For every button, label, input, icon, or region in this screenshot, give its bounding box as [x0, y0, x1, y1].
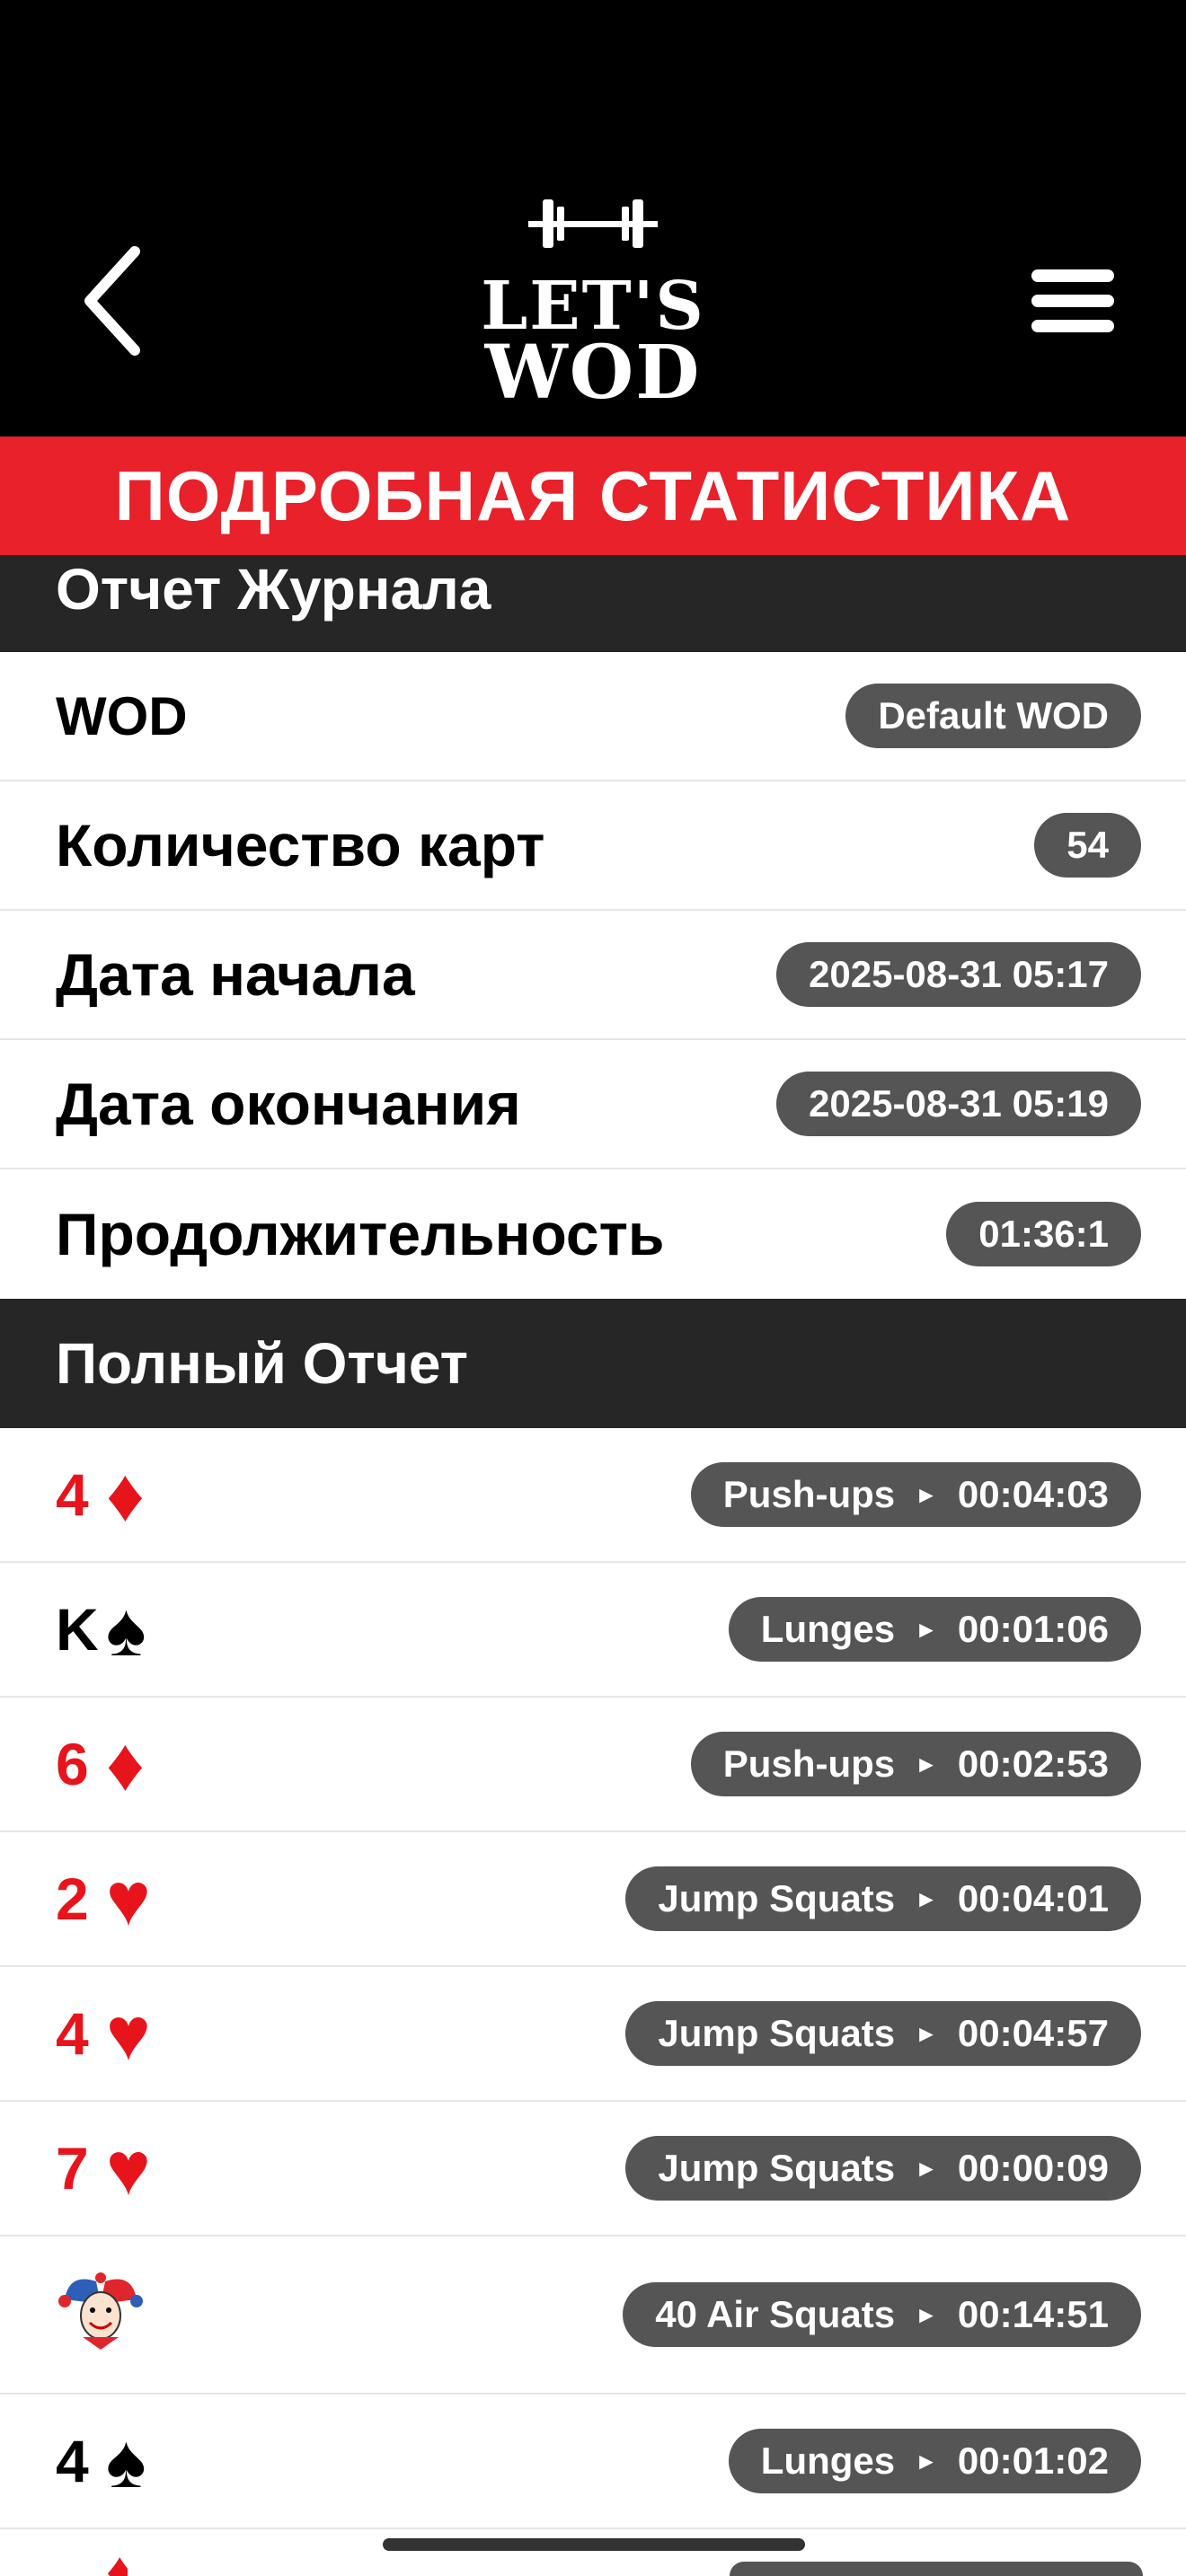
exercise-time-pill: Lunges ► 00:01:06 — [728, 1597, 1141, 1662]
full-report-section-header: Полный Отчет — [0, 1299, 1186, 1428]
report-row: 6 ♦ Push-ups ► 00:02:53 — [0, 1698, 1186, 1832]
row-label: Количество карт — [56, 812, 545, 878]
diamond-suit-icon: ♦ — [106, 1451, 145, 1537]
home-indicator[interactable] — [383, 2538, 805, 2551]
logo-text-line2: WOD — [484, 330, 702, 416]
playing-card: 6 ♦ — [56, 1698, 145, 1831]
journal-section-header: Отчет Журнала — [0, 555, 1186, 652]
play-arrow-icon: ► — [915, 1751, 938, 1778]
exercise-time-pill: Jump Squats ► 00:00:09 — [625, 2136, 1141, 2201]
exercise-time: 00:04:03 — [957, 1473, 1109, 1515]
chevron-left-icon — [84, 246, 140, 356]
report-row: 40 Air Squats ► 00:14:51 — [0, 2236, 1186, 2395]
exercise-name: Jump Squats — [658, 2147, 896, 2189]
joker-icon — [58, 2272, 143, 2350]
card-rank: 2 — [56, 1866, 89, 1932]
playing-card: 4 ♦ — [56, 1428, 145, 1561]
page-title-banner: ПОДРОБНАЯ СТАТИСТИКА — [0, 437, 1186, 555]
playing-card: 4 ♥ — [56, 1967, 151, 2100]
row-value-pill: 2025-08-31 05:19 — [776, 1072, 1141, 1136]
playing-card: 4 ♠ — [56, 2395, 146, 2527]
row-label: Продолжительность — [56, 1201, 665, 1267]
exercise-time-pill: Jump Squats ► 00:04:57 — [625, 2001, 1141, 2066]
play-arrow-icon: ► — [915, 1885, 938, 1912]
play-arrow-icon: ► — [915, 2448, 938, 2475]
diamond-suit-icon: ♦ — [106, 1721, 145, 1806]
exercise-name: Push-ups — [722, 1742, 896, 1785]
journal-row-wod: WOD Default WOD — [0, 652, 1186, 781]
exercise-time-pill: Push-ups ► 00:04:03 — [690, 1462, 1141, 1527]
play-arrow-icon: ► — [915, 2020, 938, 2047]
row-value-pill: 54 — [1034, 813, 1141, 878]
play-arrow-icon: ► — [915, 1616, 938, 1643]
exercise-name: Lunges — [760, 2439, 896, 2482]
heart-suit-icon: ♥ — [106, 1990, 151, 2076]
next-row-peek: ♦ — [56, 2549, 128, 2576]
exercise-name: Jump Squats — [658, 2012, 896, 2054]
report-row: 2 ♥ Jump Squats ► 00:04:01 — [0, 1832, 1186, 1967]
card-rank: 7 — [56, 2135, 89, 2201]
spade-suit-icon: ♠ — [106, 1586, 146, 1672]
row-label: Дата начала — [56, 941, 415, 1008]
report-row: 4 ♦ Push-ups ► 00:04:03 — [0, 1428, 1186, 1563]
report-row: 4 ♠ Lunges ► 00:01:02 — [0, 2395, 1186, 2529]
barbell-icon — [528, 199, 658, 248]
row-label: WOD — [56, 685, 188, 746]
exercise-time: 00:04:01 — [957, 1877, 1109, 1919]
exercise-time: 00:14:51 — [957, 2293, 1109, 2335]
row-value-pill: Default WOD — [845, 684, 1141, 748]
exercise-time-pill: 40 Air Squats ► 00:14:51 — [623, 2282, 1141, 2347]
card-rank: 4 — [56, 2000, 89, 2067]
journal-row-end-date: Дата окончания 2025-08-31 05:19 — [0, 1040, 1186, 1169]
exercise-name: Jump Squats — [658, 1877, 896, 1919]
playing-card: 7 ♥ — [56, 2102, 151, 2235]
row-value-pill: 2025-08-31 05:17 — [776, 942, 1141, 1007]
report-row: K ♠ Lunges ► 00:01:06 — [0, 1563, 1186, 1698]
report-row: 4 ♥ Jump Squats ► 00:04:57 — [0, 1967, 1186, 2102]
back-button[interactable] — [72, 243, 153, 359]
exercise-name: 40 Air Squats — [655, 2293, 896, 2335]
playing-card: K ♠ — [56, 1563, 146, 1696]
exercise-time: 00:02:53 — [957, 1742, 1109, 1785]
journal-row-start-date: Дата начала 2025-08-31 05:17 — [0, 911, 1186, 1040]
card-rank: 4 — [56, 2428, 89, 2494]
play-arrow-icon: ► — [915, 2301, 938, 2328]
exercise-time: 00:01:06 — [957, 1608, 1109, 1650]
heart-suit-icon: ♥ — [106, 2125, 151, 2210]
diamond-suit-icon: ♦ — [106, 2549, 128, 2576]
exercise-time: 00:00:09 — [957, 2147, 1109, 2189]
journal-row-duration: Продолжительность 01:36:1 — [0, 1169, 1186, 1299]
menu-button[interactable] — [1031, 268, 1118, 334]
row-value-pill: 01:36:1 — [946, 1202, 1141, 1266]
app-logo: LET'S WOD — [467, 187, 719, 411]
next-row-pill-peek — [730, 2562, 1143, 2576]
spade-suit-icon: ♠ — [106, 2418, 146, 2503]
play-arrow-icon: ► — [915, 2155, 938, 2182]
exercise-time-pill: Push-ups ► 00:02:53 — [690, 1732, 1141, 1796]
card-rank: 6 — [56, 1731, 89, 1797]
card-rank: K — [56, 1596, 99, 1663]
exercise-time: 00:01:02 — [957, 2439, 1109, 2482]
heart-suit-icon: ♥ — [106, 1856, 151, 1941]
top-bar: LET'S WOD — [0, 0, 1186, 437]
exercise-name: Push-ups — [722, 1473, 896, 1515]
play-arrow-icon: ► — [915, 1481, 938, 1508]
exercise-time-pill: Lunges ► 00:01:02 — [728, 2429, 1141, 2493]
card-rank: 4 — [56, 1461, 89, 1528]
report-row: 7 ♥ Jump Squats ► 00:00:09 — [0, 2102, 1186, 2236]
exercise-time: 00:04:57 — [957, 2012, 1109, 2054]
exercise-time-pill: Jump Squats ► 00:04:01 — [625, 1866, 1141, 1931]
row-label: Дата окончания — [56, 1071, 521, 1137]
exercise-name: Lunges — [760, 1608, 896, 1650]
journal-row-card-count: Количество карт 54 — [0, 781, 1186, 911]
playing-card: 2 ♥ — [56, 1832, 151, 1965]
